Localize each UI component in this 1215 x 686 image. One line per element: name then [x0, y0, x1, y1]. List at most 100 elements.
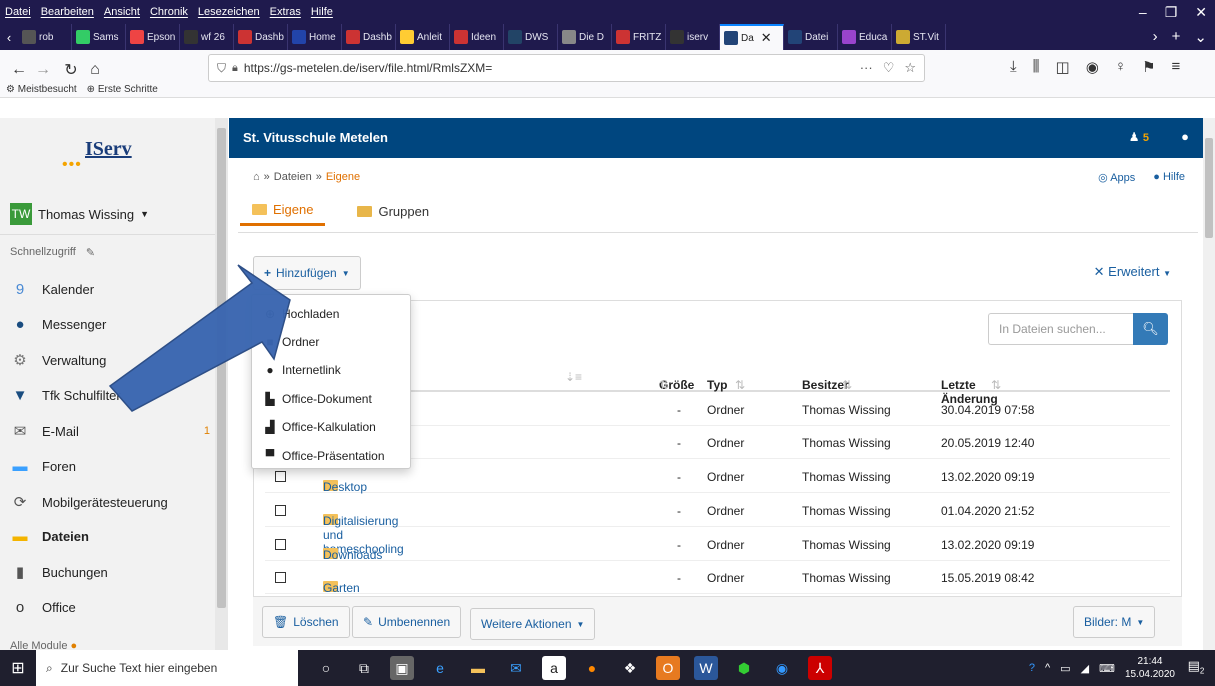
row-checkbox[interactable]	[275, 539, 286, 550]
pocket-icon[interactable]: ♡	[883, 60, 895, 76]
sidebar-item-tfk-schulfilter[interactable]: ▼ Tfk Schulfilter	[10, 382, 210, 408]
menu-chronik[interactable]: Chronik	[145, 6, 193, 18]
bookmark-erste-schritte[interactable]: ⊕ Erste Schritte	[87, 84, 158, 95]
bookmark-meistbesucht[interactable]: ⚙ Meistbesucht	[6, 84, 77, 95]
browser-tab[interactable]: Anleit	[396, 24, 450, 50]
task-view-icon[interactable]: ⧉	[352, 656, 376, 680]
sidebar-item-mobilger-testeuerung[interactable]: ⟳ Mobilgerätesteuerung	[10, 489, 210, 515]
addon-icon[interactable]: ⚑	[1142, 58, 1155, 76]
new-tab-icon[interactable]: +	[1172, 28, 1181, 46]
search-input[interactable]: In Dateien suchen...	[988, 313, 1133, 345]
close-icon[interactable]: ✕	[1195, 4, 1207, 21]
sidebar-item-office[interactable]: o Office	[10, 594, 210, 620]
mail-icon[interactable]: ✉	[504, 656, 528, 680]
chat-bubble-icon[interactable]: ●	[1181, 129, 1189, 144]
url-bar[interactable]: ⛉ 🔒︎ https://gs-metelen.de/iserv/file.ht…	[208, 54, 925, 82]
row-checkbox[interactable]	[275, 505, 286, 516]
dropdown-item-ordner[interactable]: ■ Ordner	[264, 331, 319, 353]
tab-close-icon[interactable]: ✕	[761, 30, 772, 46]
row-checkbox[interactable]	[275, 572, 286, 583]
browser-tab[interactable]: Sams	[72, 24, 126, 50]
browser-tab[interactable]: Educa	[838, 24, 892, 50]
volume-icon[interactable]: ◢	[1081, 662, 1089, 675]
crumb-dateien[interactable]: Dateien	[274, 171, 312, 183]
main-scrollbar[interactable]	[1203, 118, 1215, 650]
amazon-icon[interactable]: a	[542, 656, 566, 680]
browser-tab[interactable]: ST.Vit	[892, 24, 946, 50]
images-size-button[interactable]: Bilder: M ▼	[1073, 606, 1156, 638]
network-icon[interactable]: ▭	[1060, 662, 1070, 675]
dropdown-item-office-dokument[interactable]: ▙ Office-Dokument	[264, 388, 371, 410]
tab-scroll-right-icon[interactable]: ›	[1153, 28, 1158, 46]
browser-tab[interactable]: FRITZ	[612, 24, 666, 50]
browser-tab[interactable]: Dashb	[342, 24, 396, 50]
menu-lesezeichen[interactable]: Lesezeichen	[193, 6, 265, 18]
notification-center-icon[interactable]: ▤2	[1185, 658, 1207, 678]
advanced-button[interactable]: ✕ Erweitert ▼	[1094, 264, 1171, 280]
menu-datei[interactable]: Datei	[0, 6, 36, 18]
sidebar-item-buchungen[interactable]: ▮ Buchungen	[10, 559, 210, 585]
menu-ansicht[interactable]: Ansicht	[99, 6, 145, 18]
sort-name-icon[interactable]: ⇣≡	[565, 370, 582, 384]
browser-tab[interactable]: Dashb	[234, 24, 288, 50]
dropdown-item-internetlink[interactable]: ● Internetlink	[264, 359, 340, 381]
store-icon[interactable]: ▣	[390, 656, 414, 680]
browser-tab[interactable]: Epson	[126, 24, 180, 50]
dropbox-icon[interactable]: ❖	[618, 656, 642, 680]
download-icon[interactable]: ⤓	[1010, 58, 1017, 76]
browser-tab[interactable]: wf 26	[180, 24, 234, 50]
url-text[interactable]: https://gs-metelen.de/iserv/file.html/Rm…	[244, 61, 492, 75]
bookmark-star-icon[interactable]: ☆	[904, 60, 916, 76]
table-row[interactable]: Digitalisierung und homeschooling - Ordner…	[265, 494, 1170, 556]
sidebar-scrollbar[interactable]	[215, 118, 228, 650]
library-icon[interactable]: ⫼	[1033, 58, 1040, 76]
back-icon[interactable]: ←	[6, 57, 32, 83]
help-link[interactable]: ● Hilfe	[1153, 171, 1185, 184]
reload-icon[interactable]: ↻	[58, 57, 84, 83]
dropdown-item-hochladen[interactable]: ⊕ Hochladen	[264, 303, 339, 325]
pdf-icon[interactable]: ⅄	[808, 656, 832, 680]
home-icon[interactable]: ⌂	[82, 57, 108, 83]
word-icon[interactable]: W	[694, 656, 718, 680]
menu-extras[interactable]: Extras	[265, 6, 306, 18]
browser-tab[interactable]: Home	[288, 24, 342, 50]
extension-icon[interactable]: ♀	[1115, 58, 1126, 76]
edge-icon[interactable]: e	[428, 656, 452, 680]
sidebar-item-messenger[interactable]: ● Messenger	[10, 311, 210, 337]
hamburger-menu-icon[interactable]: ≡	[1172, 58, 1181, 76]
delete-button[interactable]: 🗑︎ Löschen	[262, 606, 350, 638]
notifications[interactable]: ♟ 5	[1129, 130, 1149, 144]
sidebar-item-e-mail[interactable]: ✉ E-Mail 1	[10, 418, 210, 444]
account-icon[interactable]: ◉	[1086, 58, 1099, 76]
sidebar-toggle-icon[interactable]: ◫	[1056, 58, 1070, 76]
browser-tab[interactable]: rob	[18, 24, 72, 50]
browser-tab[interactable]: Ideen	[450, 24, 504, 50]
taskbar-search[interactable]: ⌕ Zur Suche Text hier eingeben	[36, 650, 298, 686]
sidebar-item-kalender[interactable]: 9 Kalender	[10, 276, 210, 302]
home-crumb-icon[interactable]: ⌂	[253, 171, 260, 183]
dropdown-item-office-kalkulation[interactable]: ▟ Office-Kalkulation	[264, 416, 375, 438]
maximize-icon[interactable]: ❐	[1165, 4, 1178, 21]
table-row[interactable]: Garten - Ordner Thomas Wissing 15.05.2019 08…	[265, 561, 1170, 595]
dropdown-item-office-pr-sentation[interactable]: ▀ Office-Präsentation	[264, 445, 385, 467]
tab-eigene[interactable]: Eigene	[240, 196, 326, 226]
firefox-icon[interactable]: ●	[580, 656, 604, 680]
browser-tab[interactable]: Da ✕	[720, 24, 784, 50]
add-button[interactable]: + Hinzufügen ▼	[253, 256, 361, 290]
cortana-icon[interactable]: ○	[314, 656, 338, 680]
outlook-icon[interactable]: O	[656, 656, 680, 680]
clock[interactable]: 21:44 15.04.2020	[1125, 655, 1175, 681]
browser-tab[interactable]: Die D	[558, 24, 612, 50]
media-icon[interactable]: ◉	[770, 656, 794, 680]
menu-bearbeiten[interactable]: Bearbeiten	[36, 6, 99, 18]
menu-hilfe[interactable]: Hilfe	[306, 6, 338, 18]
search-icon[interactable]: 🔍︎	[1133, 313, 1168, 345]
school-title[interactable]: St. Vitusschule Metelen	[243, 130, 388, 145]
apps-link[interactable]: ◎ Apps	[1098, 171, 1135, 184]
user-menu[interactable]: TW Thomas Wissing ▼	[10, 203, 149, 225]
windows-start-icon[interactable]: ⊞	[0, 650, 36, 686]
shield-icon[interactable]: ⛉	[217, 61, 226, 76]
table-row[interactable]: Downloads - Ordner Thomas Wissing 13.02.2020…	[265, 528, 1170, 562]
browser-tab[interactable]: Datei	[784, 24, 838, 50]
sidebar-item-verwaltung[interactable]: ⚙ Verwaltung	[10, 347, 210, 373]
